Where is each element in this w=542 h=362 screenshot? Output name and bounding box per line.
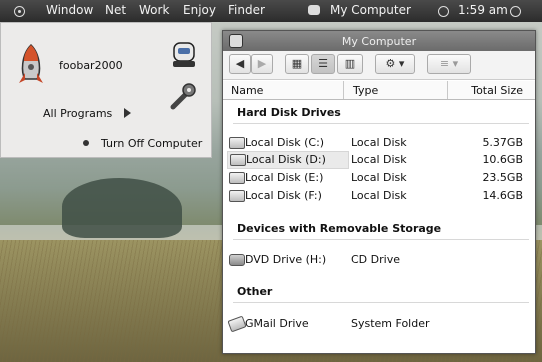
menu-finder[interactable]: Finder [228,3,265,17]
tools-icon[interactable] [167,81,199,113]
column-header-name[interactable]: Name [231,84,263,97]
gear-icon: ⚙ ▾ [385,57,405,70]
computer-icon [308,5,320,15]
start-orb-icon[interactable] [14,6,25,17]
icon-view-button[interactable]: ▦ [285,54,309,74]
menu-window[interactable]: Window [46,3,93,17]
column-separator[interactable] [343,81,344,99]
item-name: Local Disk (C:) [245,136,325,149]
active-window-title[interactable]: My Computer [330,3,411,17]
group-header-hard-disks: Hard Disk Drives [237,106,341,119]
bullet-icon [83,140,89,146]
menu-work[interactable]: Work [139,3,169,17]
column-headers: Name Type Total Size [223,81,535,100]
column-header-size[interactable]: Total Size [471,84,523,97]
hard-disk-icon [229,172,245,184]
item-name: Local Disk (E:) [245,171,324,184]
gmail-drive-icon [227,315,247,333]
dvd-drive-icon [229,254,245,266]
forward-button[interactable]: ▶ [251,54,273,74]
item-type: Local Disk [351,189,407,202]
menu-bar: Window Net Work Enjoy Finder My Computer… [0,0,542,22]
list-item[interactable]: Local Disk (C:) Local Disk 5.37GB [227,135,527,151]
group-divider [233,123,529,124]
list-view-button[interactable]: ☰ [311,54,335,74]
item-size: 14.6GB [482,189,523,202]
list-item[interactable]: Local Disk (F:) Local Disk 14.6GB [227,188,527,204]
list-view-icon: ☰ [318,57,328,70]
window-toolbar: ◀ ▶ ▦ ☰ ▥ ⚙ ▾ ≡ ▾ [223,51,535,80]
item-type: CD Drive [351,253,400,266]
list-item[interactable]: GMail Drive System Folder [227,315,527,333]
group-divider [233,302,529,303]
item-type: Local Disk [351,136,407,149]
list-item[interactable]: DVD Drive (H:) CD Drive [227,252,527,268]
item-size: 5.37GB [482,136,523,149]
item-type: Local Disk [351,171,407,184]
item-name: GMail Drive [245,317,309,330]
back-icon: ◀ [235,57,245,70]
item-name: Local Disk (D:) [246,153,326,166]
column-view-button[interactable]: ▥ [337,54,363,74]
group-header-removable: Devices with Removable Storage [237,222,442,235]
rocket-avatar-icon[interactable] [13,43,49,87]
my-computer-window: My Computer ◀ ▶ ▦ ☰ ▥ ⚙ ▾ ≡ ▾ Name Type … [222,30,536,354]
window-titlebar[interactable]: My Computer [223,31,535,51]
forward-icon: ▶ [257,57,267,70]
hard-disk-icon [229,137,245,149]
action-menu-button[interactable]: ⚙ ▾ [375,54,415,74]
hard-disk-icon [230,154,246,166]
group-header-other: Other [237,285,273,298]
item-size: 10.6GB [482,153,523,166]
hard-disk-icon [229,190,245,202]
arrange-menu-button[interactable]: ≡ ▾ [427,54,471,74]
clock-time[interactable]: 1:59 am [458,3,508,17]
column-view-icon: ▥ [344,57,356,70]
item-size: 23.5GB [482,171,523,184]
group-divider [233,239,529,240]
window-title: My Computer [341,35,417,48]
icon-view-icon: ▦ [291,57,303,70]
menu-net[interactable]: Net [105,3,126,17]
item-type: Local Disk [351,153,407,166]
column-header-type[interactable]: Type [353,84,378,97]
clock-icon [438,6,449,17]
menu-enjoy[interactable]: Enjoy [183,3,216,17]
wallpaper-rock [62,178,182,238]
chevron-right-icon[interactable] [124,108,131,118]
start-menu: foobar2000 All Programs Turn Off Compute… [0,22,212,158]
list-item[interactable]: Local Disk (D:) [227,151,349,169]
item-type: System Folder [351,317,430,330]
tray-circle-icon[interactable] [510,6,521,17]
username: foobar2000 [59,59,123,72]
list-item[interactable]: Local Disk (E:) Local Disk 23.5GB [227,170,527,186]
column-separator[interactable] [447,81,448,99]
all-programs-label[interactable]: All Programs [43,107,112,120]
arrange-icon: ≡ ▾ [439,57,459,70]
turn-off-computer[interactable]: Turn Off Computer [101,137,202,150]
item-name: DVD Drive (H:) [245,253,327,266]
item-name: Local Disk (F:) [245,189,322,202]
robot-icon[interactable] [169,39,199,69]
back-button[interactable]: ◀ [229,54,251,74]
